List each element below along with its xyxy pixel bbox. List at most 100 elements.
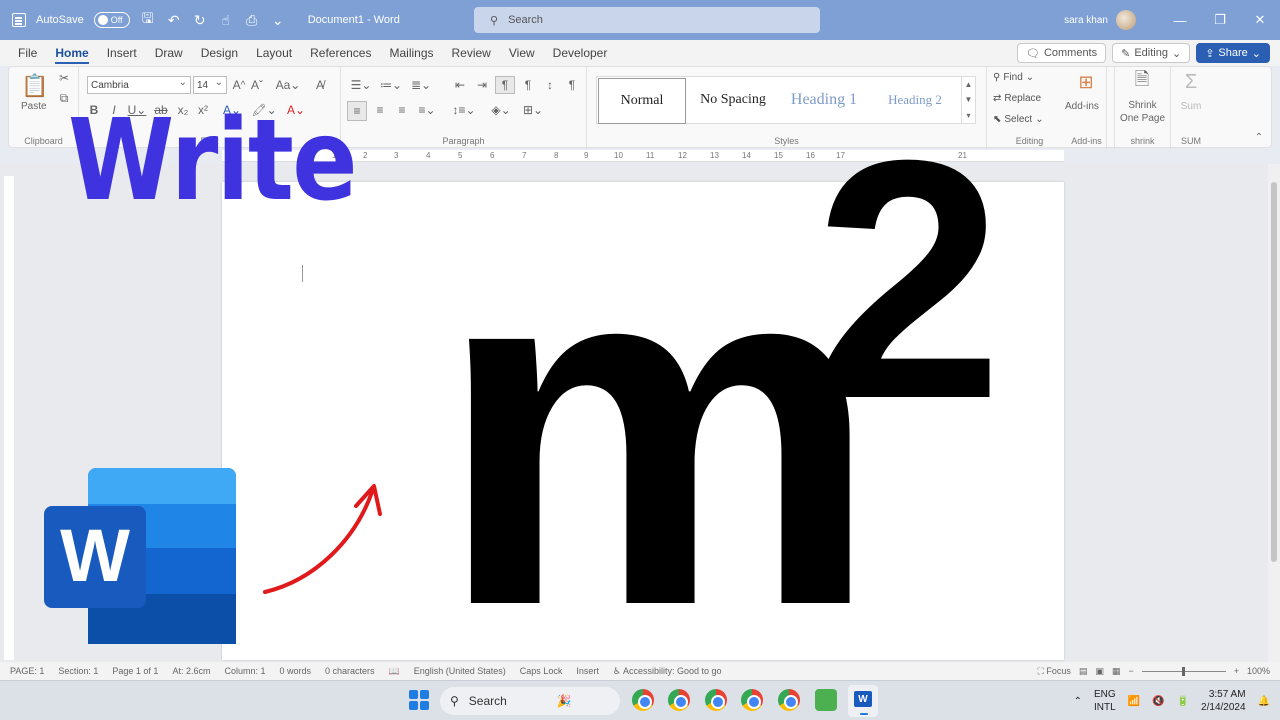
sort-icon[interactable]: ↕ [541, 76, 559, 94]
tab-home[interactable]: Home [55, 40, 90, 66]
sum-group[interactable]: Σ Sum SUM [1171, 67, 1211, 149]
redo-icon[interactable]: ↻ [192, 12, 208, 28]
tab-file[interactable]: File [18, 40, 37, 66]
tab-draw[interactable]: Draw [155, 40, 183, 66]
tab-layout[interactable]: Layout [256, 40, 292, 66]
collapse-ribbon-icon[interactable]: ⌃ [1253, 131, 1265, 143]
decrease-indent-icon[interactable]: ⇤ [451, 76, 469, 94]
vertical-ruler[interactable] [4, 176, 14, 660]
tab-review[interactable]: Review [452, 40, 491, 66]
close-icon[interactable]: ✕ [1240, 0, 1280, 40]
status-at[interactable]: At: 2.6cm [172, 666, 210, 676]
numbering-icon[interactable]: ≔⌄ [379, 76, 403, 94]
chrome-icon[interactable] [668, 689, 690, 711]
bullets-icon[interactable]: ☰⌄ [349, 76, 373, 94]
minimize-icon[interactable]: — [1160, 0, 1200, 40]
vertical-scrollbar[interactable] [1268, 164, 1280, 662]
justify-icon[interactable]: ≡⌄ [415, 101, 439, 119]
status-words[interactable]: 0 words [279, 666, 311, 676]
proofing-icon[interactable]: 📖 [389, 666, 400, 677]
tab-developer[interactable]: Developer [553, 40, 608, 66]
status-characters[interactable]: 0 characters [325, 666, 375, 676]
read-mode-icon[interactable]: ▤ [1079, 666, 1088, 677]
status-page-of[interactable]: Page 1 of 1 [112, 666, 158, 676]
zoom-in-icon[interactable]: + [1234, 666, 1239, 676]
customize-toolbar-icon[interactable]: ⌄ [270, 12, 286, 28]
align-right-icon[interactable]: ≡ [393, 101, 411, 119]
avatar[interactable] [1116, 10, 1136, 30]
clear-formatting-icon[interactable]: A̸ [311, 76, 329, 94]
autosave-toggle[interactable]: Off [93, 12, 130, 28]
multilevel-list-icon[interactable]: ≣⌄ [409, 76, 433, 94]
tab-mailings[interactable]: Mailings [389, 40, 433, 66]
paste-icon[interactable]: 📋 [21, 73, 49, 99]
volume-icon[interactable]: 🔇 [1152, 696, 1164, 707]
font-size-combo[interactable]: 14 [193, 76, 227, 94]
chevron-up-icon[interactable]: ▲ [965, 80, 973, 89]
taskbar-search[interactable]: ⚲ Search 🎉 [440, 687, 620, 715]
undo-icon[interactable]: ↶ [166, 12, 182, 28]
tab-references[interactable]: References [310, 40, 371, 66]
status-page[interactable]: PAGE: 1 [10, 666, 44, 676]
shrink-font-icon[interactable]: Aˇ [249, 76, 265, 94]
addins-group-label: Add-ins [1071, 136, 1102, 146]
status-column[interactable]: Column: 1 [224, 666, 265, 676]
ltr-icon[interactable]: ¶ [495, 76, 515, 94]
share-button[interactable]: ⇪ Share ⌄ [1196, 43, 1270, 63]
status-section[interactable]: Section: 1 [58, 666, 98, 676]
tab-insert[interactable]: Insert [107, 40, 137, 66]
line-spacing-icon[interactable]: ↕≡⌄ [451, 101, 477, 119]
print-icon[interactable]: ⎙ [244, 12, 260, 28]
camtasia-icon[interactable] [815, 689, 837, 711]
shrink-group-label: shrink [1130, 136, 1155, 146]
chrome-icon[interactable] [632, 689, 654, 711]
chevron-up-icon[interactable]: ⌃ [1074, 696, 1082, 707]
tab-design[interactable]: Design [201, 40, 238, 66]
tab-view[interactable]: View [509, 40, 535, 66]
status-insert[interactable]: Insert [576, 666, 599, 676]
save-icon[interactable]: 🖫 [140, 10, 156, 28]
rtl-icon[interactable]: ¶ [519, 76, 537, 94]
wifi-icon[interactable]: 📶 [1128, 696, 1140, 707]
scroll-thumb[interactable] [1271, 182, 1277, 562]
status-language[interactable]: English (United States) [414, 666, 506, 676]
taskbar-word-icon[interactable]: W [848, 685, 878, 717]
language-indicator[interactable]: ENG INTL [1094, 688, 1116, 714]
chrome-icon[interactable] [741, 689, 763, 711]
search-box[interactable]: ⚲ Search [474, 7, 820, 33]
zoom-out-icon[interactable]: − [1128, 666, 1133, 676]
status-accessibility[interactable]: ♿ Accessibility: Good to go [613, 666, 722, 677]
find-button[interactable]: ⚲ Find ⌄ [993, 72, 1034, 83]
addins-group[interactable]: ⊞ Add-ins Add-ins [1059, 67, 1115, 149]
show-marks-icon[interactable]: ¶ [563, 76, 581, 94]
editing-mode-button[interactable]: ✎ Editing ⌄ [1112, 43, 1191, 63]
grow-font-icon[interactable]: A ^ [231, 76, 247, 94]
style-normal[interactable]: Normal [598, 78, 686, 124]
zoom-slider[interactable] [1141, 666, 1226, 676]
paste-label[interactable]: Paste [21, 101, 47, 112]
shrink-group[interactable]: 🗎 Shrink One Page shrink [1115, 67, 1171, 149]
zoom-level[interactable]: 100% [1247, 666, 1270, 676]
focus-button[interactable]: ⛶ Focus [1038, 666, 1071, 677]
align-center-icon[interactable]: ≡ [371, 101, 389, 119]
shading-icon[interactable]: ◈⌄ [489, 101, 513, 119]
notification-icon[interactable]: 🔔 [1258, 696, 1270, 707]
chrome-icon[interactable] [705, 689, 727, 711]
restore-icon[interactable]: ❐ [1200, 0, 1240, 40]
comments-button[interactable]: 🗨 Comments [1016, 43, 1107, 63]
touch-mode-icon[interactable]: ☝ [218, 12, 234, 28]
start-icon[interactable] [409, 690, 429, 710]
style-no-spacing[interactable]: No Spacing [687, 77, 779, 123]
borders-icon[interactable]: ⊞⌄ [521, 101, 545, 119]
clock[interactable]: 3:57 AM 2/14/2024 [1201, 688, 1246, 714]
increase-indent-icon[interactable]: ⇥ [473, 76, 491, 94]
change-case-icon[interactable]: Aa⌄ [275, 76, 301, 94]
font-name-combo[interactable]: Cambria [87, 76, 191, 94]
cut-icon[interactable]: ✂ [57, 71, 71, 85]
web-layout-icon[interactable]: ▦ [1112, 666, 1121, 677]
battery-icon[interactable]: 🔋 [1177, 696, 1189, 707]
chevron-down-icon: ⌄ [1171, 47, 1182, 60]
print-layout-icon[interactable]: ▣ [1095, 666, 1104, 677]
chrome-icon[interactable] [778, 689, 800, 711]
status-caps-lock[interactable]: Caps Lock [520, 666, 563, 676]
